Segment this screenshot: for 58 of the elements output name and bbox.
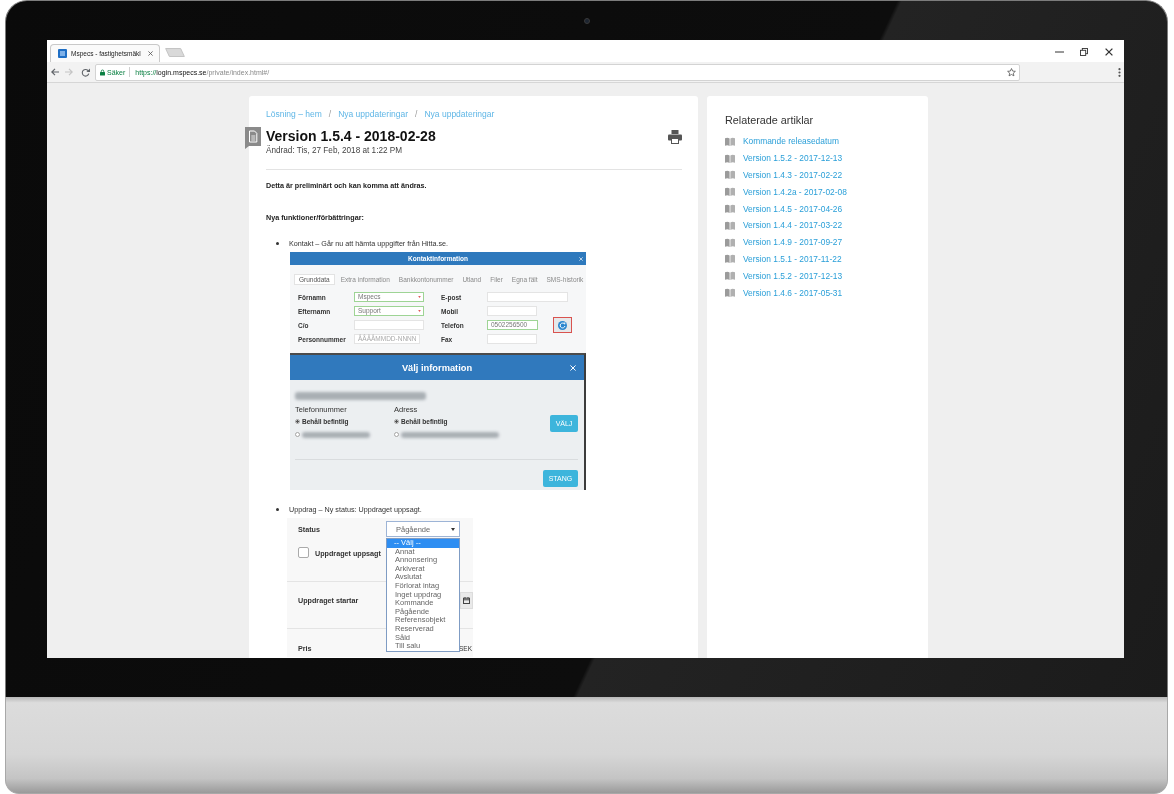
article-link[interactable]: Version 1.5.1 - 2017-11-22	[743, 253, 842, 264]
input-field[interactable]	[487, 292, 568, 302]
article-link[interactable]: Version 1.4.2a - 2017-02-08	[743, 186, 847, 197]
dialog-title: Välj information	[401, 362, 473, 373]
checkbox[interactable]	[298, 546, 309, 558]
back-icon[interactable]	[51, 68, 59, 76]
book-icon	[725, 271, 735, 281]
close-icon[interactable]	[1105, 48, 1113, 56]
bookmark-star-icon[interactable]	[1007, 67, 1016, 77]
refresh-icon	[558, 320, 567, 330]
close-icon[interactable]	[148, 51, 153, 56]
article-link[interactable]: Version 1.5.2 - 2017-12-13	[743, 153, 843, 164]
radio-button[interactable]	[295, 419, 300, 424]
article-link[interactable]: Version 1.4.3 - 2017-02-22	[743, 170, 843, 180]
bullet-icon	[276, 507, 279, 511]
breadcrumb-separator: /	[415, 109, 418, 119]
lock-icon	[100, 68, 105, 76]
radio-button[interactable]	[295, 432, 300, 437]
lookup-button[interactable]	[553, 317, 572, 333]
article-link[interactable]: Version 1.4.5 - 2017-04-26	[743, 203, 843, 214]
radio-button[interactable]	[394, 419, 399, 424]
book-icon	[725, 153, 735, 163]
print-icon[interactable]	[668, 130, 682, 144]
article-title: Version 1.5.4 - 2018-02-28	[266, 127, 437, 145]
book-icon	[725, 136, 735, 146]
book-icon	[725, 187, 735, 197]
article-link[interactable]: Version 1.4.9 - 2017-09-27	[743, 237, 843, 248]
bullet-icon	[276, 241, 279, 245]
caret-icon	[451, 527, 455, 531]
breadcrumb-link[interactable]: Nya uppdateringar	[424, 109, 495, 119]
caret-icon	[418, 296, 421, 298]
breadcrumb-separator: /	[328, 109, 332, 119]
camera-icon	[583, 18, 590, 24]
calendar-icon	[463, 597, 470, 604]
sidebar-title: Relaterade artiklar	[725, 113, 815, 128]
article-link[interactable]: Kommande releasedatum	[743, 136, 839, 147]
input-field[interactable]	[487, 334, 537, 344]
book-icon	[725, 288, 735, 298]
breadcrumb-link[interactable]: Nya uppdateringar	[338, 109, 409, 119]
article-link[interactable]: Version 1.5.2 - 2017-12-13	[743, 270, 843, 281]
menu-icon[interactable]	[1118, 67, 1121, 77]
book-icon	[725, 254, 735, 264]
favicon-icon	[58, 49, 67, 58]
article-link[interactable]: Version 1.4.4 - 2017-03-22	[743, 220, 843, 231]
article-link[interactable]: Version 1.4.6 - 2017-05-31	[743, 287, 843, 298]
input-field[interactable]	[487, 306, 537, 316]
book-icon	[725, 237, 735, 247]
date-picker-button[interactable]	[460, 592, 473, 609]
input-field[interactable]	[354, 320, 424, 330]
restore-icon[interactable]	[1080, 48, 1088, 56]
reload-icon[interactable]	[81, 67, 90, 77]
modified-date: Ändrad: Tis, 27 Feb, 2018 at 1:22 PM	[266, 145, 404, 157]
caret-icon	[418, 310, 421, 312]
breadcrumb-link[interactable]: Lösning – hem	[266, 109, 322, 119]
book-icon	[725, 204, 735, 214]
book-icon	[725, 170, 735, 180]
book-icon	[725, 220, 735, 230]
radio-button[interactable]	[394, 432, 399, 437]
